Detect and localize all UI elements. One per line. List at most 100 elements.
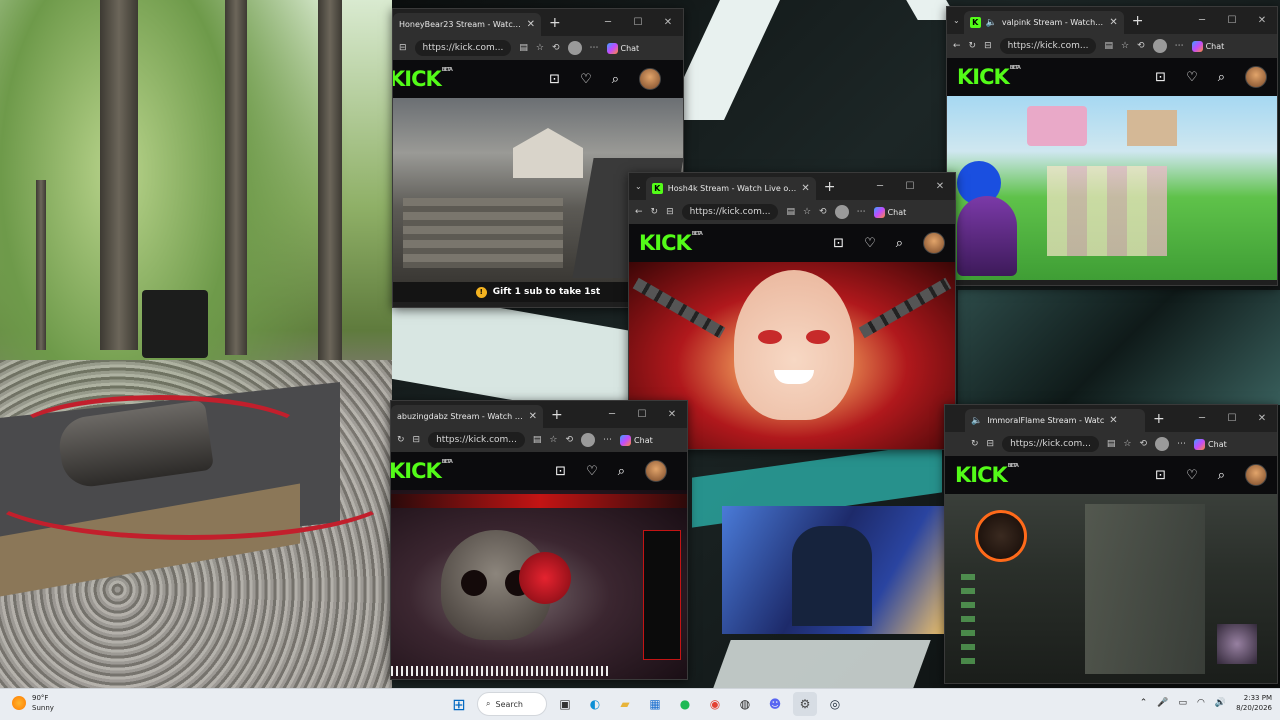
more-icon[interactable]: ⋯: [1177, 439, 1186, 449]
stream-video-horror-game[interactable]: [945, 494, 1277, 683]
reader-icon[interactable]: ▤: [533, 435, 542, 445]
browser-window-valpink[interactable]: ⌄ K 🔈 valpink Stream - Watch Live o ✕ + …: [946, 6, 1278, 286]
microphone-icon[interactable]: 🎤: [1157, 698, 1168, 708]
favorite-icon[interactable]: ☆: [803, 207, 811, 217]
copilot-chat-button[interactable]: Chat: [1194, 438, 1227, 450]
back-icon[interactable]: ←: [953, 41, 961, 51]
kick-logo[interactable]: KICKBETA: [393, 67, 453, 91]
spotify-icon[interactable]: ●: [673, 692, 697, 716]
profile-icon[interactable]: [1155, 437, 1170, 451]
extensions-icon[interactable]: ⟲: [1140, 439, 1148, 449]
copilot-chat-button[interactable]: Chat: [873, 206, 906, 218]
extensions-icon[interactable]: ⟲: [819, 207, 827, 217]
favorite-icon[interactable]: ☆: [1123, 439, 1131, 449]
search-icon[interactable]: ⌕: [896, 236, 903, 251]
browse-icon[interactable]: ⊡: [549, 72, 560, 87]
site-info-icon[interactable]: ⊟: [987, 439, 995, 449]
extensions-icon[interactable]: ⟲: [1137, 41, 1145, 51]
close-tab-icon[interactable]: ✕: [1109, 415, 1117, 426]
close-window-icon[interactable]: ✕: [653, 17, 683, 28]
kick-logo[interactable]: KICKBETA: [639, 231, 703, 255]
maximize-icon[interactable]: ☐: [1217, 15, 1247, 26]
new-tab-icon[interactable]: +: [549, 15, 561, 31]
close-window-icon[interactable]: ✕: [1247, 413, 1277, 424]
clock[interactable]: 2:33 PM 8/20/2026: [1236, 693, 1272, 713]
copilot-chat-button[interactable]: Chat: [1191, 40, 1224, 52]
close-window-icon[interactable]: ✕: [657, 409, 687, 420]
extensions-icon[interactable]: ⟲: [566, 435, 574, 445]
new-tab-icon[interactable]: +: [824, 179, 836, 195]
store-icon[interactable]: ▦: [643, 692, 667, 716]
url-field[interactable]: https://kick.com...: [428, 432, 525, 448]
reader-icon[interactable]: ▤: [786, 207, 795, 217]
following-heart-icon[interactable]: ♡: [1186, 468, 1198, 483]
close-window-icon[interactable]: ✕: [1247, 15, 1277, 26]
url-field[interactable]: https://kick.com...: [681, 204, 779, 220]
chrome-icon[interactable]: ◉: [703, 692, 727, 716]
tray-overflow-icon[interactable]: ⌃: [1140, 698, 1148, 708]
more-icon[interactable]: ⋯: [857, 207, 866, 217]
favorite-icon[interactable]: ☆: [549, 435, 557, 445]
stream-video-roblox[interactable]: [947, 96, 1277, 280]
refresh-icon[interactable]: ↻: [397, 435, 405, 445]
windows-start-icon[interactable]: ⊞: [447, 692, 471, 716]
reader-icon[interactable]: ▤: [519, 43, 528, 53]
volume-icon[interactable]: 🔊: [1215, 698, 1226, 708]
back-icon[interactable]: ←: [635, 207, 643, 217]
favorite-icon[interactable]: ☆: [536, 43, 544, 53]
close-tab-icon[interactable]: ✕: [527, 19, 535, 30]
display-icon[interactable]: ▭: [1179, 698, 1188, 708]
search-icon[interactable]: ⌕: [618, 464, 625, 479]
minimize-icon[interactable]: ─: [593, 17, 623, 28]
more-icon[interactable]: ⋯: [590, 43, 599, 53]
maximize-icon[interactable]: ☐: [627, 409, 657, 420]
tab-actions-icon[interactable]: ⌄: [635, 182, 642, 191]
kick-logo[interactable]: KICKBETA: [955, 463, 1019, 487]
extensions-icon[interactable]: ⟲: [552, 43, 560, 53]
site-info-icon[interactable]: ⊟: [413, 435, 421, 445]
close-window-icon[interactable]: ✕: [925, 181, 955, 192]
following-heart-icon[interactable]: ♡: [1186, 70, 1198, 85]
browser-window-immoral[interactable]: 🔈 ImmoralFlame Stream - Watc ✕ + ─ ☐ ✕ ↻…: [944, 404, 1278, 684]
reader-icon[interactable]: ▤: [1104, 41, 1113, 51]
user-avatar[interactable]: [1245, 66, 1267, 88]
profile-icon[interactable]: [567, 41, 582, 55]
task-view-icon[interactable]: ▣: [553, 692, 577, 716]
more-icon[interactable]: ⋯: [1175, 41, 1184, 51]
close-tab-icon[interactable]: ✕: [529, 411, 537, 422]
discord-icon[interactable]: ☻: [763, 692, 787, 716]
new-tab-icon[interactable]: +: [551, 407, 563, 423]
favorite-icon[interactable]: ☆: [1121, 41, 1129, 51]
copilot-chat-button[interactable]: Chat: [606, 42, 639, 54]
search-icon[interactable]: ⌕: [1218, 70, 1225, 85]
refresh-icon[interactable]: ↻: [969, 41, 977, 51]
minimize-icon[interactable]: ─: [1187, 15, 1217, 26]
site-info-icon[interactable]: ⊟: [984, 41, 992, 51]
refresh-icon[interactable]: ↻: [651, 207, 659, 217]
url-field[interactable]: https://kick.com...: [999, 38, 1097, 54]
following-heart-icon[interactable]: ♡: [580, 72, 592, 87]
wifi-icon[interactable]: ◠: [1197, 698, 1205, 708]
search-icon[interactable]: ⌕: [1218, 468, 1225, 483]
stream-video-skull-overlay[interactable]: [391, 490, 687, 679]
browse-icon[interactable]: ⊡: [555, 464, 566, 479]
settings-gear-icon[interactable]: ⚙: [793, 692, 817, 716]
weather-widget[interactable]: 90°F Sunny: [12, 693, 54, 713]
url-field[interactable]: https://kick.com...: [414, 40, 512, 56]
following-heart-icon[interactable]: ♡: [864, 236, 876, 251]
tab-actions-icon[interactable]: ⌄: [953, 16, 960, 25]
site-info-icon[interactable]: ⊟: [399, 43, 407, 53]
edge-icon[interactable]: ◐: [583, 692, 607, 716]
profile-icon[interactable]: [581, 433, 596, 447]
browse-icon[interactable]: ⊡: [1155, 468, 1166, 483]
more-icon[interactable]: ⋯: [603, 435, 612, 445]
tab-hosh4k[interactable]: K Hosh4k Stream - Watch Live on Ki ✕: [645, 177, 816, 200]
muted-audio-icon[interactable]: 🔈: [986, 18, 997, 28]
user-avatar[interactable]: [923, 232, 945, 254]
browser-window-abuzing[interactable]: abuzingdabz Stream - Watch Live ✕ + ─ ☐ …: [390, 400, 688, 680]
minimize-icon[interactable]: ─: [865, 181, 895, 192]
site-info-icon[interactable]: ⊟: [666, 207, 674, 217]
reader-icon[interactable]: ▤: [1107, 439, 1116, 449]
profile-icon[interactable]: [834, 205, 849, 219]
obs-icon[interactable]: ◍: [733, 692, 757, 716]
